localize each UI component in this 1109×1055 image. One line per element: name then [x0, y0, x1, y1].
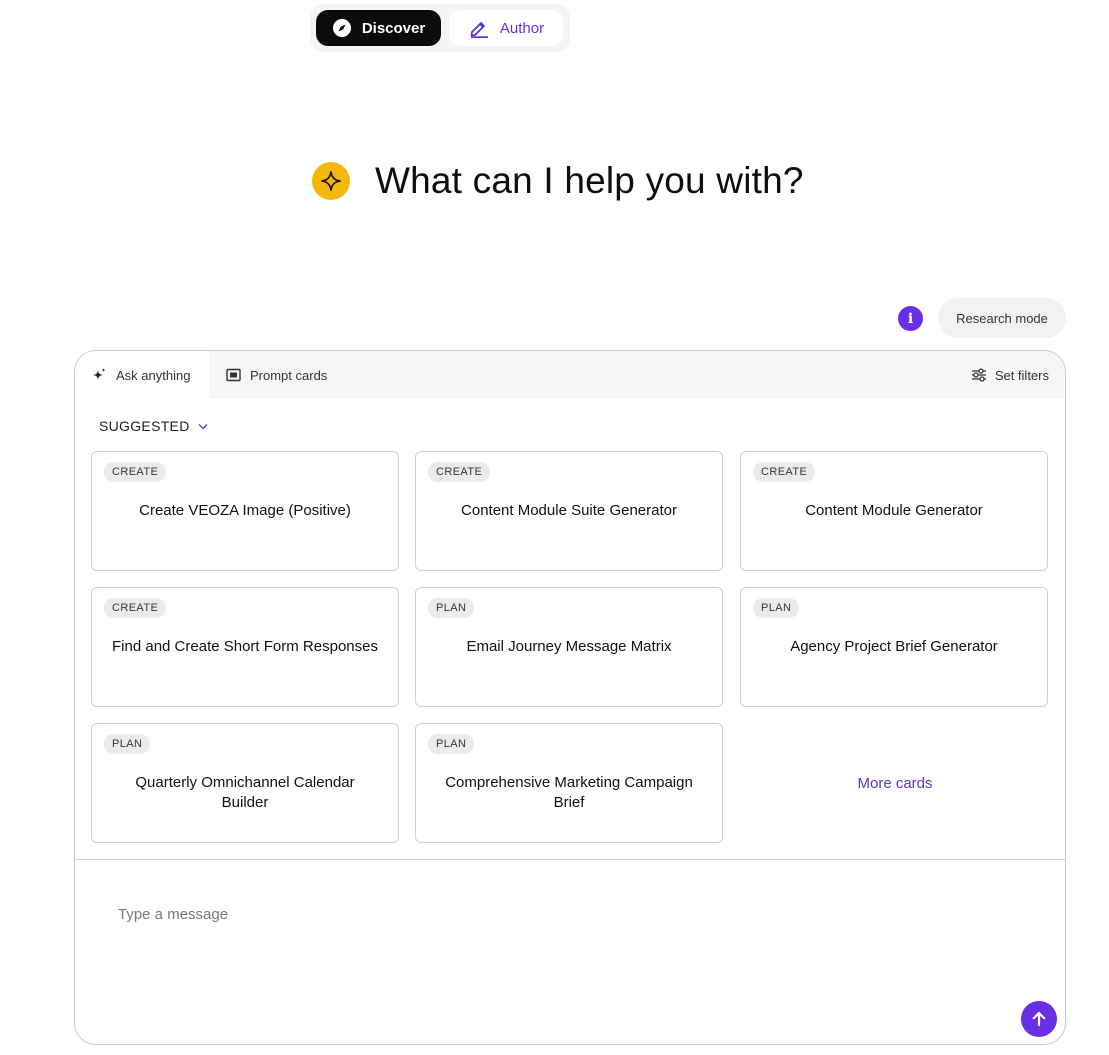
research-mode-button[interactable]: Research mode [938, 298, 1066, 338]
prompt-card[interactable]: PLAN Email Journey Message Matrix [415, 587, 723, 707]
prompt-card[interactable]: CREATE Create VEOZA Image (Positive) [91, 451, 399, 571]
card-tag: PLAN [428, 734, 475, 754]
card-title: Email Journey Message Matrix [466, 638, 672, 655]
mode-switch: Discover Author [310, 4, 570, 52]
card-title: Agency Project Brief Generator [790, 638, 998, 655]
page-title: What can I help you with? [375, 160, 804, 201]
card-tag: CREATE [428, 462, 491, 482]
prompt-card[interactable]: CREATE Content Module Generator [740, 451, 1048, 571]
set-filters-button[interactable]: Set filters [971, 351, 1049, 399]
chevron-down-icon [198, 423, 208, 429]
prompt-card[interactable]: PLAN Comprehensive Marketing Campaign Br… [415, 723, 723, 843]
arrow-up-icon [1032, 1011, 1046, 1027]
tab-ask-anything[interactable]: Ask anything [75, 351, 209, 399]
tab-bar: Ask anything Prompt cards Set filters [75, 351, 1065, 399]
sparkle-icon [312, 162, 350, 200]
card-tag: CREATE [104, 598, 167, 618]
tab-prompt-cards[interactable]: Prompt cards [226, 351, 327, 399]
author-label: Author [499, 19, 545, 37]
prompt-panel: Ask anything Prompt cards Set filters SU… [74, 350, 1066, 1045]
composer-divider [75, 859, 1065, 860]
card-tag: PLAN [753, 598, 800, 618]
prompt-card[interactable]: CREATE Content Module Suite Generator [415, 451, 723, 571]
card-icon [226, 368, 241, 382]
hero: What can I help you with? [312, 160, 804, 202]
prompt-card[interactable]: PLAN Quarterly Omnichannel Calendar Buil… [91, 723, 399, 843]
sparkles-icon [93, 368, 106, 380]
card-title: Quarterly Omnichannel Calendar Builder [135, 774, 355, 811]
prompt-card[interactable]: CREATE Find and Create Short Form Respon… [91, 587, 399, 707]
discover-button[interactable]: Discover [316, 10, 441, 46]
set-filters-label: Set filters [994, 367, 1049, 383]
card-title: Create VEOZA Image (Positive) [139, 502, 351, 519]
card-title: Find and Create Short Form Responses [112, 638, 378, 655]
sliders-icon [971, 368, 986, 382]
card-tag: CREATE [104, 462, 167, 482]
suggested-dropdown[interactable]: SUGGESTED [99, 418, 208, 434]
card-title: Content Module Suite Generator [461, 502, 677, 519]
suggested-label: SUGGESTED [99, 418, 190, 434]
card-tag: CREATE [753, 462, 816, 482]
discover-label: Discover [361, 19, 426, 37]
author-button[interactable]: Author [449, 10, 563, 46]
card-tag: PLAN [104, 734, 151, 754]
card-title: Comprehensive Marketing Campaign Brief [445, 774, 693, 811]
more-cards-link[interactable]: More cards [741, 723, 1049, 843]
card-tag: PLAN [428, 598, 475, 618]
message-input[interactable] [118, 899, 1018, 929]
card-title: Content Module Generator [805, 502, 983, 519]
pencil-icon [470, 22, 488, 38]
info-icon[interactable]: i [898, 306, 923, 331]
compass-icon [332, 19, 351, 37]
send-button[interactable] [1021, 1001, 1057, 1037]
tab-prompt-cards-label: Prompt cards [250, 367, 328, 383]
prompt-card[interactable]: PLAN Agency Project Brief Generator [740, 587, 1048, 707]
tab-ask-anything-label: Ask anything [116, 367, 191, 383]
